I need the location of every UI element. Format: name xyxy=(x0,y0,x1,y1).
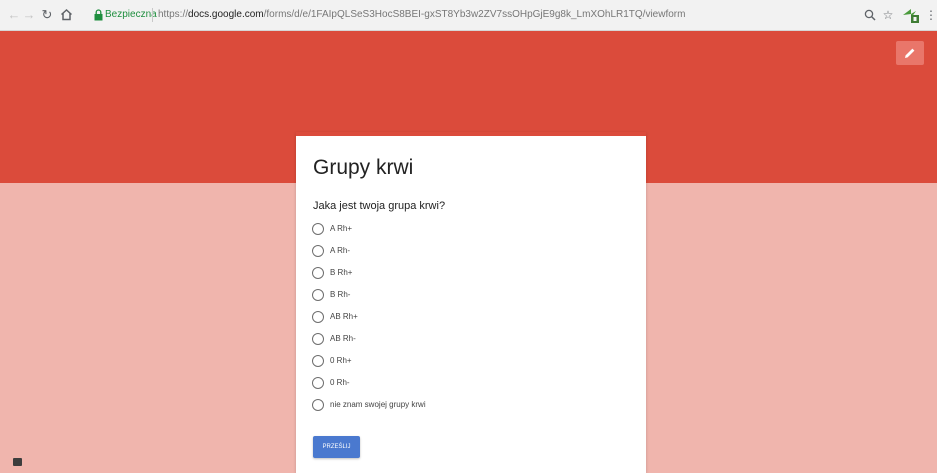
radio-button[interactable] xyxy=(312,311,324,323)
option-label: 0 Rh- xyxy=(330,378,350,387)
reload-icon[interactable]: ↻ xyxy=(39,7,55,23)
forward-arrow-icon[interactable]: → xyxy=(21,7,37,23)
option-label: B Rh+ xyxy=(330,268,353,277)
radio-button[interactable] xyxy=(312,399,324,411)
url-separator xyxy=(152,8,153,22)
option-label: AB Rh+ xyxy=(330,312,358,321)
back-arrow-icon[interactable]: ← xyxy=(6,7,22,23)
form-card-accent xyxy=(296,132,646,136)
url-path: /forms/d/e/1FAIpQLSeS3HocS8BEI-gxST8Yb3w… xyxy=(263,9,686,20)
zoom-icon[interactable] xyxy=(862,6,878,24)
home-icon[interactable] xyxy=(58,7,74,23)
radio-button[interactable] xyxy=(312,355,324,367)
more-menu-icon[interactable]: ⋮ xyxy=(925,6,937,24)
secure-label: Bezpieczna xyxy=(105,9,157,20)
option-label: 0 Rh+ xyxy=(330,356,352,365)
feedback-icon[interactable] xyxy=(13,458,22,466)
pencil-icon xyxy=(905,48,915,58)
radio-button[interactable] xyxy=(312,377,324,389)
url-host: docs.google.com xyxy=(188,9,264,20)
radio-button[interactable] xyxy=(312,333,324,345)
submit-button[interactable]: PRZEŚLIJ xyxy=(313,436,360,458)
radio-button[interactable] xyxy=(312,267,324,279)
extension-icon[interactable] xyxy=(902,7,920,24)
option-label: A Rh+ xyxy=(330,224,353,233)
url-text[interactable]: https://docs.google.com/forms/d/e/1FAIpQ… xyxy=(158,9,738,20)
option-label: nie znam swojej grupy krwi xyxy=(330,400,426,409)
form-card: Grupy krwi Jaka jest twoja grupa krwi? A… xyxy=(296,132,646,473)
option-label: AB Rh- xyxy=(330,334,356,343)
radio-button[interactable] xyxy=(312,245,324,257)
browser-toolbar: ← → ↻ Bezpieczna https://docs.google.com… xyxy=(0,0,937,31)
url-scheme: https:// xyxy=(158,9,189,20)
star-icon[interactable]: ☆ xyxy=(880,6,896,24)
option-label: B Rh- xyxy=(330,290,351,299)
option-label: A Rh- xyxy=(330,246,351,255)
lock-icon xyxy=(94,9,103,21)
radio-button[interactable] xyxy=(312,223,324,235)
question-title: Jaka jest twoja grupa krwi? xyxy=(313,200,446,212)
edit-form-button[interactable] xyxy=(896,41,924,65)
radio-button[interactable] xyxy=(312,289,324,301)
form-title: Grupy krwi xyxy=(313,156,414,179)
